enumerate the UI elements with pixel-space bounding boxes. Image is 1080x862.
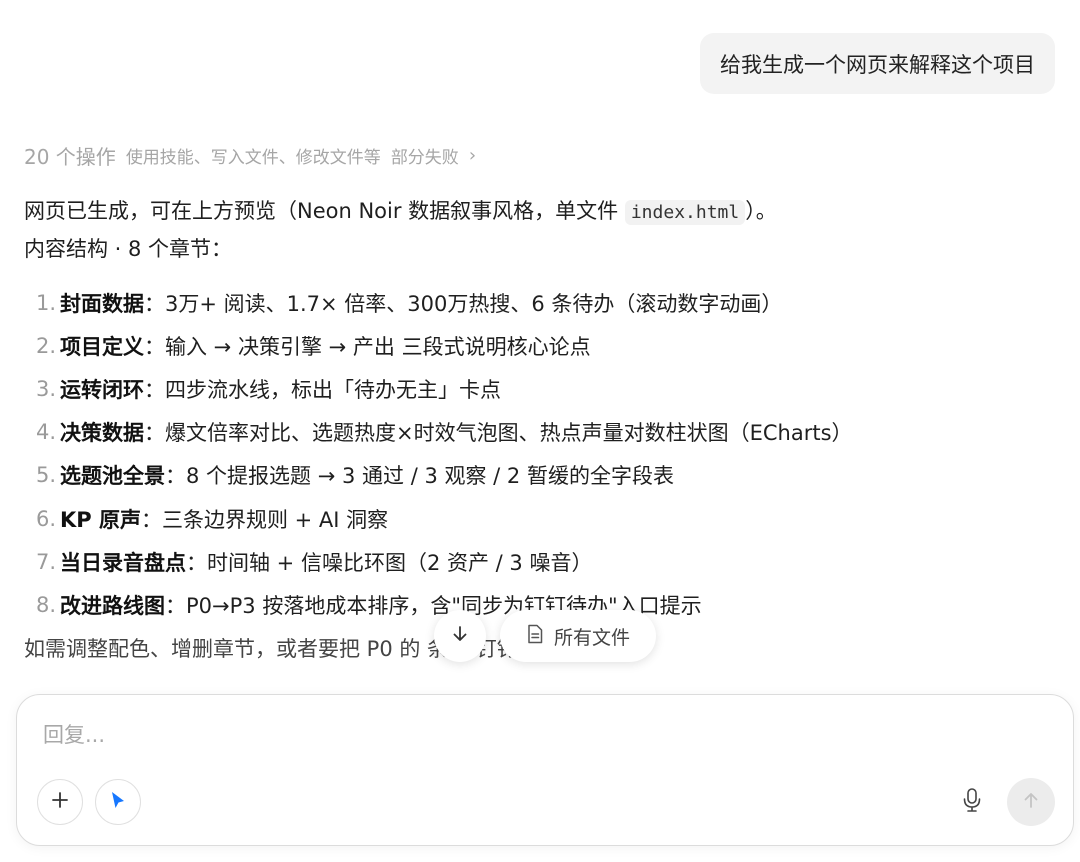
list-item-desc: ：四步流水线，标出「待办无主」卡点: [144, 377, 501, 402]
reply-composer: [16, 694, 1074, 846]
list-item-desc: ：时间轴 + 信噪比环图（2 资产 / 3 噪音）: [186, 550, 593, 575]
list-item-number: 7.: [36, 549, 57, 574]
list-item-desc: ：三条边界规则 + AI 洞察: [140, 507, 389, 532]
reply-intro-prefix: 网页已生成，可在上方预览（Neon Noir 数据叙事风格，单文件: [24, 199, 625, 223]
operations-detail: 使用技能、写入文件、修改文件等: [125, 147, 381, 168]
list-item-title: 决策数据: [60, 421, 144, 446]
list-item-desc: ：爆文倍率对比、选题热度×时效气泡图、热点声量对数柱状图（ECharts）: [144, 421, 853, 446]
list-item-number: 1.: [36, 290, 57, 315]
list-item: 3. 运转闭环 ：四步流水线，标出「待办无主」卡点: [36, 367, 853, 410]
list-item-title: KP 原声: [60, 507, 141, 532]
list-item: 1. 封面数据 ：3万+ 阅读、1.7× 倍率、300万热搜、6 条待办（滚动数字动…: [36, 281, 853, 324]
list-item: 2. 项目定义 ：输入 → 决策引擎 → 产出 三段式说明核心论点: [36, 324, 853, 367]
user-message-bubble: 给我生成一个网页来解释这个项目: [700, 33, 1055, 94]
chevron-right-icon: ›: [468, 144, 477, 166]
list-item-title: 当日录音盘点: [60, 550, 186, 575]
reply-intro-code: index.html: [624, 200, 746, 225]
list-item-number: 2.: [36, 333, 57, 358]
reply-input[interactable]: [41, 719, 945, 751]
list-item-number: 4.: [36, 420, 57, 445]
operations-status: 部分失败: [390, 147, 459, 168]
microphone-button[interactable]: [957, 785, 987, 819]
all-files-button[interactable]: 所有文件: [500, 610, 656, 662]
user-message-text: 给我生成一个网页来解释这个项目: [720, 52, 1035, 77]
operations-summary[interactable]: 20 个操作 使用技能、写入文件、修改文件等 部分失败 ›: [24, 140, 476, 170]
add-button[interactable]: [37, 779, 83, 825]
list-item-number: 6.: [36, 506, 57, 531]
all-files-label: 所有文件: [553, 626, 630, 649]
reply-intro-suffix: ）。: [745, 199, 777, 223]
plus-icon: [50, 790, 70, 814]
reply-intro: 网页已生成，可在上方预览（Neon Noir 数据叙事风格，单文件 index.…: [24, 195, 777, 225]
send-button[interactable]: [1007, 778, 1055, 826]
list-item-desc: ：8 个提报选题 → 3 通过 / 3 观察 / 2 暂缓的全字段表: [165, 464, 674, 489]
list-item-number: 3.: [36, 376, 57, 401]
list-item-title: 项目定义: [60, 334, 144, 359]
agent-mode-button[interactable]: [95, 779, 141, 825]
list-item: 7. 当日录音盘点 ：时间轴 + 信噪比环图（2 资产 / 3 噪音）: [36, 540, 853, 583]
scroll-down-button[interactable]: [434, 610, 486, 662]
list-item: 6. KP 原声 ：三条边界规则 + AI 洞察: [36, 497, 853, 540]
list-item-title: 运转闭环: [60, 377, 144, 402]
list-item-title: 改进路线图: [60, 593, 165, 618]
list-item: 4. 决策数据 ：爆文倍率对比、选题热度×时效气泡图、热点声量对数柱状图（EChar…: [36, 411, 853, 454]
arrow-up-icon: [1021, 790, 1041, 814]
arrow-down-icon: [450, 624, 470, 648]
list-item-desc: ：3万+ 阅读、1.7× 倍率、300万热搜、6 条待办（滚动数字动画）: [144, 291, 783, 316]
document-icon: [526, 624, 544, 649]
list-item-title: 封面数据: [60, 291, 144, 316]
list-item-desc: ：输入 → 决策引擎 → 产出 三段式说明核心论点: [144, 334, 591, 359]
microphone-icon: [962, 787, 982, 817]
structure-title: 内容结构 · 8 个章节：: [24, 237, 233, 261]
cursor-arrow-icon: [109, 790, 127, 814]
list-item-number: 5.: [36, 463, 57, 488]
list-item-title: 选题池全景: [60, 464, 165, 489]
chapter-list: 1. 封面数据 ：3万+ 阅读、1.7× 倍率、300万热搜、6 条待办（滚动数字动…: [36, 281, 853, 627]
operations-count: 20 个操作: [24, 144, 116, 169]
list-item: 5. 选题池全景 ：8 个提报选题 → 3 通过 / 3 观察 / 2 暂缓的全字段…: [36, 454, 853, 497]
list-item-number: 8.: [36, 592, 57, 617]
